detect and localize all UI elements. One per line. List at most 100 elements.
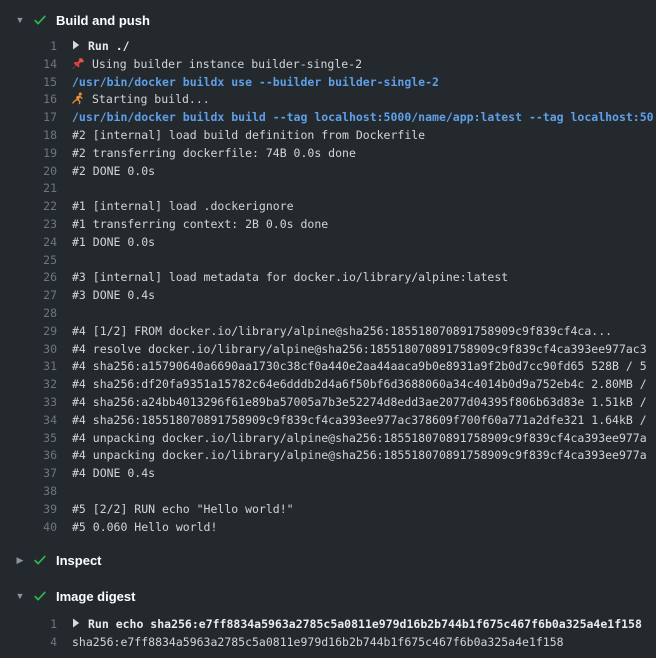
chevron-down-icon[interactable]: ▼ — [14, 10, 26, 30]
line-number[interactable]: 17 — [0, 109, 57, 127]
step-title: Image digest — [56, 589, 135, 604]
log-line: 29 #4 [1/2] FROM docker.io/library/alpine… — [0, 323, 656, 341]
log-text-content: #2 [internal] load build definition from… — [72, 128, 425, 142]
log-text: #1 DONE 0.0s — [72, 234, 155, 252]
log-text-content: #4 sha256:a15790640a6690aa1730c38cf0a440… — [72, 359, 647, 373]
step-inspect: ▶ Inspect — [0, 550, 656, 570]
line-number[interactable]: 19 — [0, 145, 57, 163]
log-text-content: #3 DONE 0.4s — [72, 288, 155, 302]
line-number[interactable]: 24 — [0, 234, 57, 252]
log-line: 34 #4 sha256:185518070891758909c9f839cf4c… — [0, 412, 656, 430]
log-text: #4 DONE 0.4s — [72, 465, 155, 483]
line-number[interactable]: 16 — [0, 91, 57, 109]
log-text: #4 sha256:a24bb4013296f61e89ba57005a7b3e… — [72, 394, 647, 412]
log-text-content: /usr/bin/docker buildx use --builder bui… — [72, 75, 439, 89]
step-title: Inspect — [56, 553, 102, 568]
line-number[interactable]: 18 — [0, 127, 57, 145]
step-title: Build and push — [56, 13, 150, 28]
log-text-content: #2 DONE 0.0s — [72, 164, 155, 178]
log-text-content: #4 sha256:df20fa9351a15782c64e6dddb2d4a6… — [72, 377, 647, 391]
line-number[interactable]: 29 — [0, 323, 57, 341]
line-number[interactable]: 31 — [0, 358, 57, 376]
log-text: #4 [1/2] FROM docker.io/library/alpine@s… — [72, 323, 612, 341]
line-number[interactable]: 14 — [0, 56, 57, 74]
line-number[interactable]: 23 — [0, 216, 57, 234]
log-text-content: #5 [2/2] RUN echo "Hello world!" — [72, 502, 294, 516]
log-line: 4 sha256:e7ff8834a5963a2785c5a0811e979d16… — [0, 634, 656, 652]
log-line: 16 Starting build... — [0, 91, 656, 109]
line-number[interactable]: 36 — [0, 447, 57, 465]
log-line: 38 — [0, 483, 656, 501]
line-number[interactable]: 1 — [0, 616, 57, 634]
chevron-right-icon[interactable]: ▶ — [14, 550, 26, 570]
line-number[interactable]: 28 — [0, 305, 57, 323]
line-number[interactable]: 34 — [0, 412, 57, 430]
log-text: sha256:e7ff8834a5963a2785c5a0811e979d16b… — [72, 634, 564, 652]
line-number[interactable]: 1 — [0, 38, 57, 56]
chevron-down-icon[interactable]: ▼ — [14, 586, 26, 606]
log-line: 31 #4 sha256:a15790640a6690aa1730c38cf0a4… — [0, 358, 656, 376]
line-number[interactable]: 4 — [0, 634, 57, 652]
log-text: #3 [internal] load metadata for docker.i… — [72, 269, 508, 287]
log-line: 23 #1 transferring context: 2B 0.0s done — [0, 216, 656, 234]
line-number[interactable]: 37 — [0, 465, 57, 483]
check-icon — [33, 13, 47, 27]
line-number[interactable]: 39 — [0, 501, 57, 519]
log-text-content: #4 resolve docker.io/library/alpine@sha2… — [72, 342, 647, 356]
log-command-text: /usr/bin/docker buildx build --tag local… — [72, 109, 654, 127]
log-text-content: /usr/bin/docker buildx build --tag local… — [72, 110, 654, 124]
log-text-content: Using builder instance builder-single-2 — [92, 57, 362, 71]
log-line: 15/usr/bin/docker buildx use --builder b… — [0, 74, 656, 92]
log-text-content: #4 [1/2] FROM docker.io/library/alpine@s… — [72, 324, 612, 338]
log-text: #2 DONE 0.0s — [72, 163, 155, 181]
step-image-digest: ▼ Image digest 1 Run echo sha256:e7ff8834… — [0, 586, 656, 652]
expand-arrow-icon[interactable] — [72, 38, 80, 56]
line-number[interactable]: 30 — [0, 341, 57, 359]
line-number[interactable]: 32 — [0, 376, 57, 394]
log-line: 35 #4 unpacking docker.io/library/alpine@… — [0, 430, 656, 448]
log-command-text: /usr/bin/docker buildx use --builder bui… — [72, 74, 439, 92]
log-text-content: #1 transferring context: 2B 0.0s done — [72, 217, 328, 231]
line-number[interactable]: 20 — [0, 163, 57, 181]
log-line: 1 Run echo sha256:e7ff8834a5963a2785c5a08… — [0, 616, 656, 634]
step-header-build-and-push[interactable]: ▼ Build and push — [0, 10, 656, 30]
log-text-content: #4 unpacking docker.io/library/alpine@sh… — [72, 448, 647, 462]
log-text: #4 unpacking docker.io/library/alpine@sh… — [72, 447, 647, 465]
line-number[interactable]: 40 — [0, 519, 57, 537]
log-text-content: #1 [internal] load .dockerignore — [72, 199, 294, 213]
line-number[interactable]: 22 — [0, 198, 57, 216]
line-number[interactable]: 33 — [0, 394, 57, 412]
log-line: 22 #1 [internal] load .dockerignore — [0, 198, 656, 216]
expand-arrow-icon[interactable] — [72, 616, 80, 634]
check-icon — [33, 589, 47, 603]
step-header-inspect[interactable]: ▶ Inspect — [0, 550, 656, 570]
log-text: Starting build... — [72, 91, 210, 109]
line-number[interactable]: 15 — [0, 74, 57, 92]
log-text: #3 DONE 0.4s — [72, 287, 155, 305]
log-text: #2 transferring dockerfile: 74B 0.0s don… — [72, 145, 356, 163]
log-text: #4 sha256:a15790640a6690aa1730c38cf0a440… — [72, 358, 647, 376]
log-group-header-text[interactable]: Run echo sha256:e7ff8834a5963a2785c5a081… — [72, 616, 642, 634]
log-line: 18 #2 [internal] load build definition fr… — [0, 127, 656, 145]
step-log-build-and-push: 1 Run ./ 14 Using builder instance builder-… — [0, 38, 656, 536]
log-text-content: #4 sha256:185518070891758909c9f839cf4ca3… — [72, 413, 647, 427]
log-text: #4 sha256:185518070891758909c9f839cf4ca3… — [72, 412, 647, 430]
log-text: #4 sha256:df20fa9351a15782c64e6dddb2d4a6… — [72, 376, 647, 394]
pushpin-icon — [72, 57, 85, 74]
log-text: #1 [internal] load .dockerignore — [72, 198, 294, 216]
log-text-content: #5 0.060 Hello world! — [72, 520, 217, 534]
runner-icon — [72, 92, 85, 109]
line-number[interactable]: 38 — [0, 483, 57, 501]
log-line: 36 #4 unpacking docker.io/library/alpine@… — [0, 447, 656, 465]
line-number[interactable]: 26 — [0, 269, 57, 287]
line-number[interactable]: 25 — [0, 252, 57, 270]
line-number[interactable]: 21 — [0, 180, 57, 198]
step-header-image-digest[interactable]: ▼ Image digest — [0, 586, 656, 606]
log-group-header-text[interactable]: Run ./ — [72, 38, 130, 56]
line-number[interactable]: 35 — [0, 430, 57, 448]
log-text-content: #4 unpacking docker.io/library/alpine@sh… — [72, 431, 647, 445]
line-number[interactable]: 27 — [0, 287, 57, 305]
log-text: #4 unpacking docker.io/library/alpine@sh… — [72, 430, 647, 448]
log-text: #1 transferring context: 2B 0.0s done — [72, 216, 328, 234]
log-line: 40 #5 0.060 Hello world! — [0, 519, 656, 537]
